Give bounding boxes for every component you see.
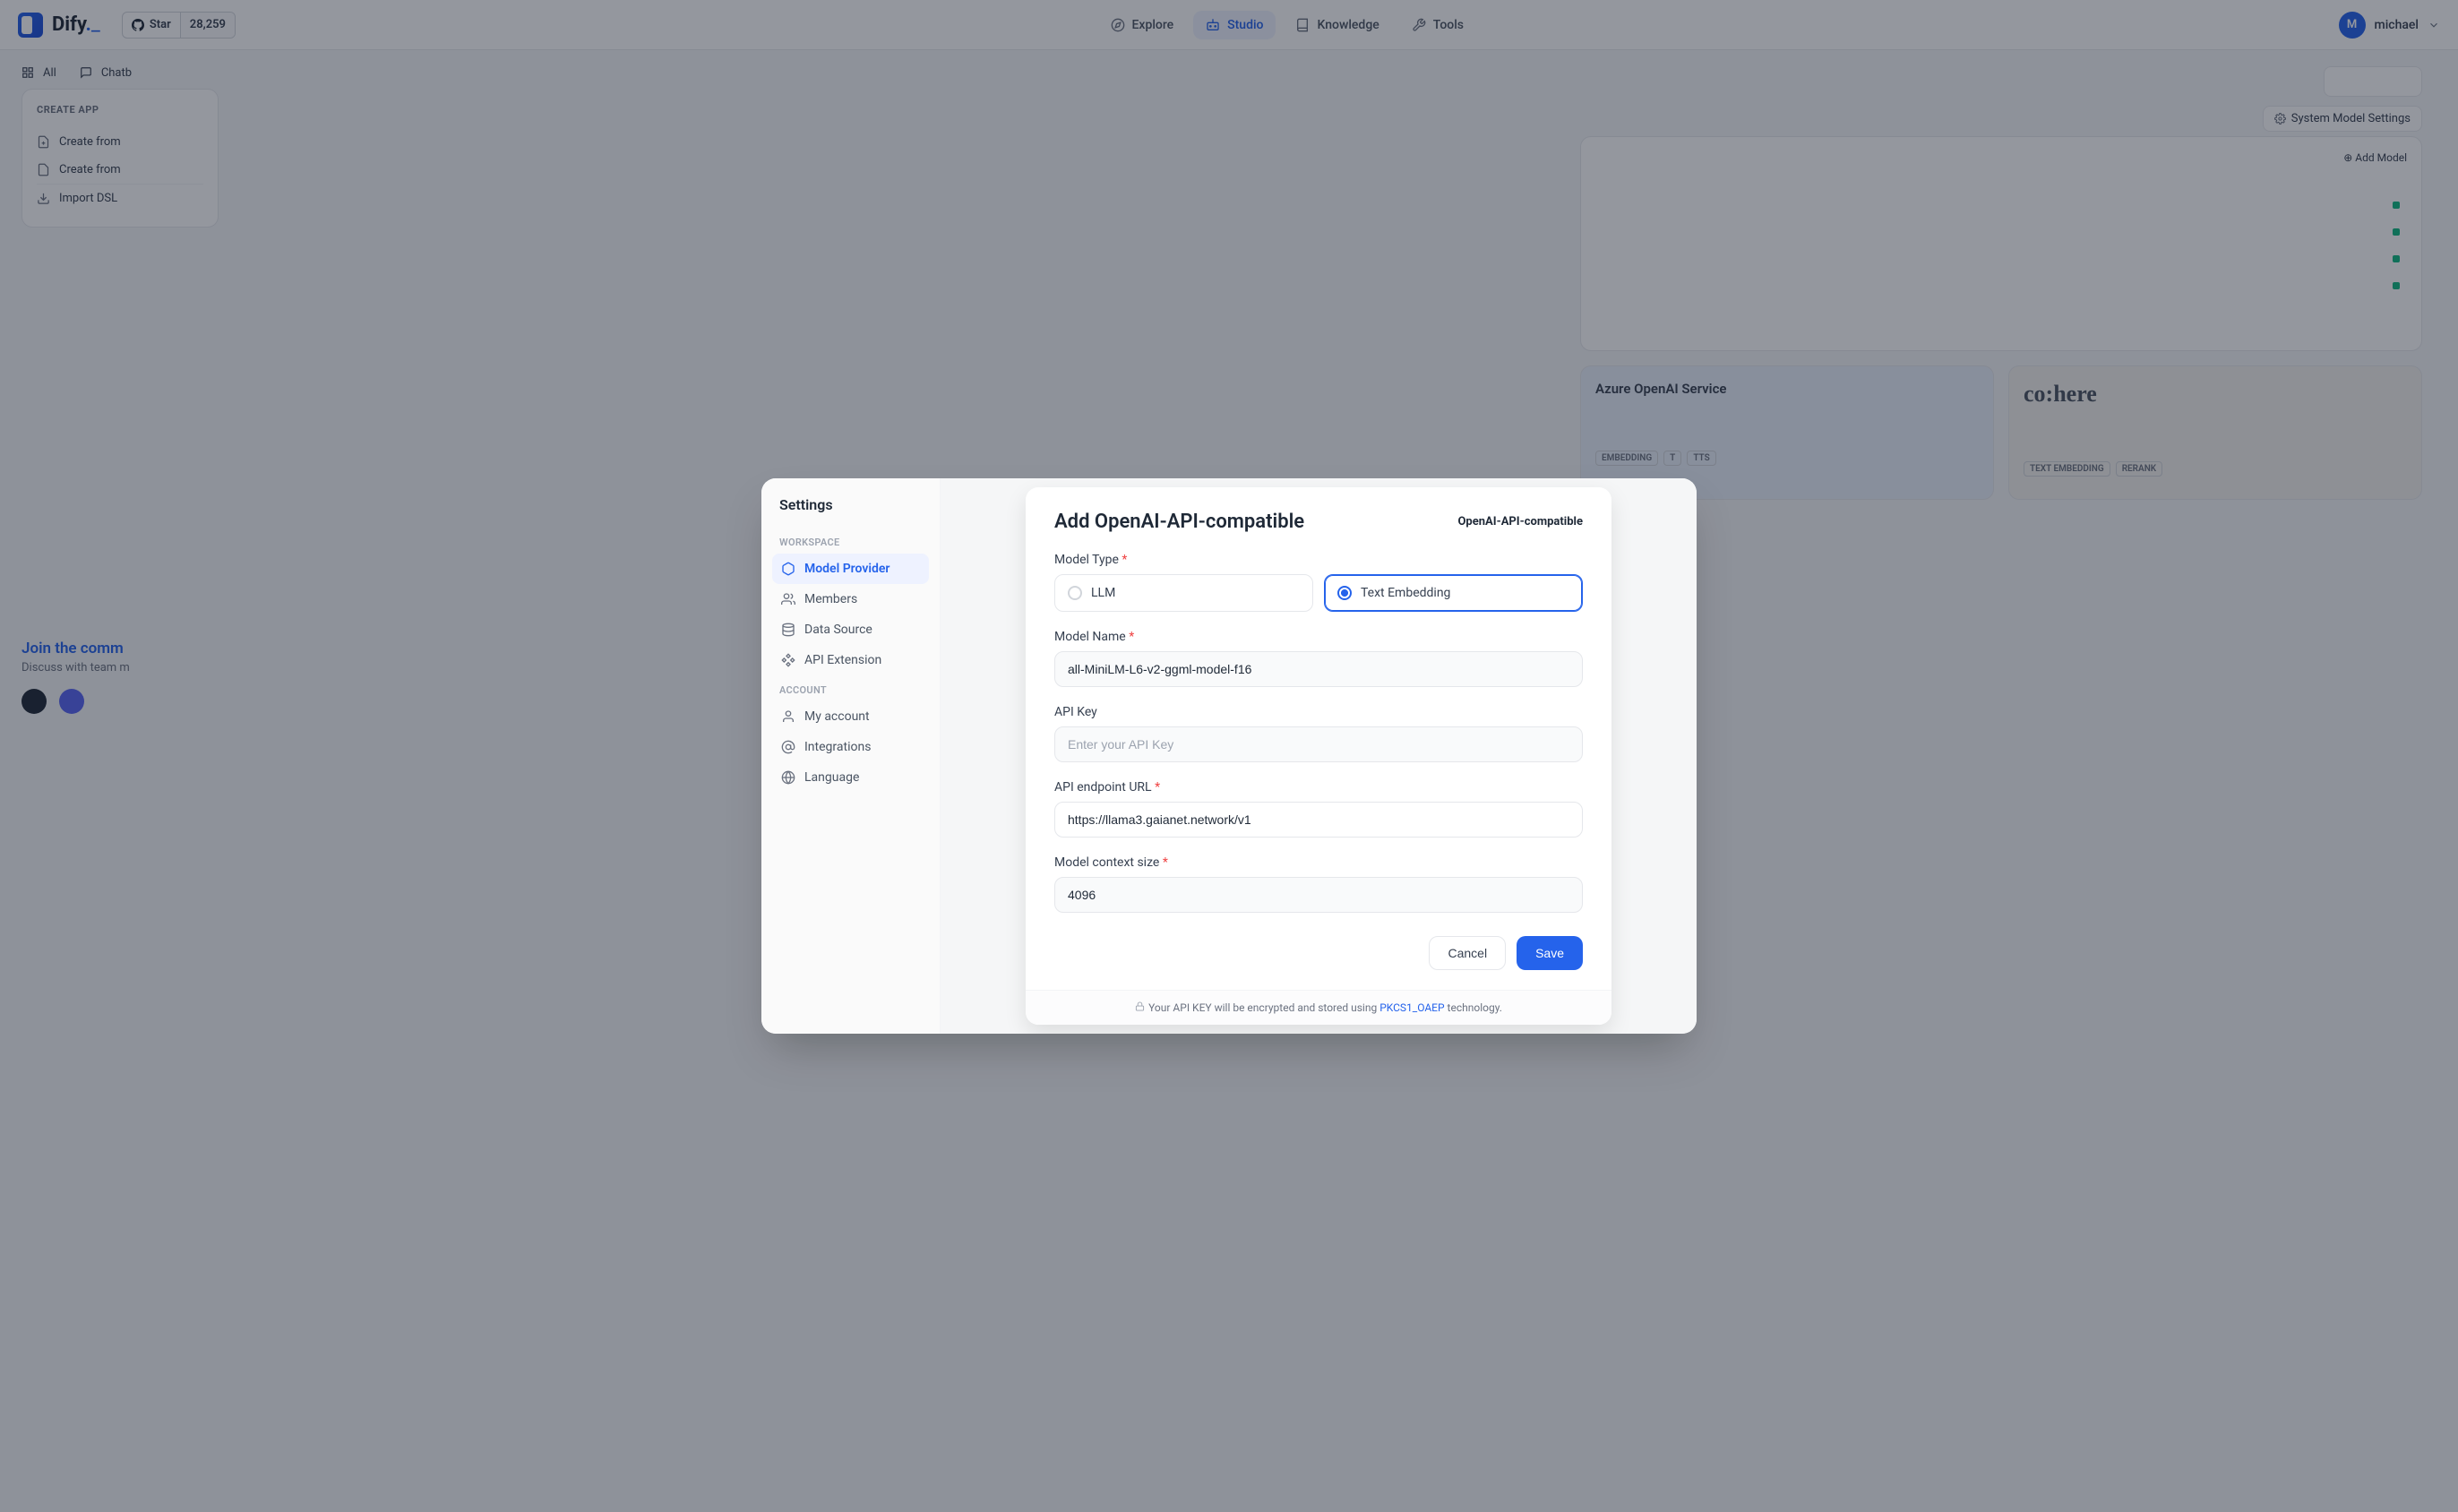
label-api-endpoint: API endpoint URL * <box>1054 780 1583 795</box>
add-model-modal: Add OpenAI-API-compatible OpenAI-API-com… <box>1026 487 1611 1026</box>
api-endpoint-input[interactable] <box>1054 802 1583 838</box>
puzzle-icon <box>781 653 795 667</box>
users-icon <box>781 592 795 606</box>
user-icon <box>781 709 795 724</box>
pkcs-link[interactable]: PKCS1_OAEP <box>1379 1001 1444 1014</box>
settings-dialog: Settings WORKSPACE Model Provider Member… <box>761 478 1697 1035</box>
radio-llm[interactable]: LLM <box>1054 574 1313 612</box>
radio-text-embedding[interactable]: Text Embedding <box>1324 574 1583 612</box>
save-button[interactable]: Save <box>1517 936 1583 970</box>
radio-ring-icon <box>1068 586 1082 600</box>
at-icon <box>781 740 795 754</box>
sidebar-item-data-source[interactable]: Data Source <box>772 614 929 645</box>
radio-ring-icon <box>1337 586 1352 600</box>
settings-title: Settings <box>772 496 929 528</box>
account-label: ACCOUNT <box>772 675 929 701</box>
cube-icon <box>781 562 795 576</box>
provider-label: OpenAI-API-compatible <box>1457 515 1583 528</box>
modal-title: Add OpenAI-API-compatible <box>1054 511 1304 533</box>
sidebar-item-model-provider[interactable]: Model Provider <box>772 554 929 584</box>
field-model-type: Model Type * LLM Text Embedding <box>1054 553 1583 612</box>
globe-icon <box>781 770 795 785</box>
field-model-name: Model Name * <box>1054 630 1583 687</box>
label-api-key: API Key <box>1054 705 1583 719</box>
inner-pane: Add OpenAI-API-compatible OpenAI-API-com… <box>941 478 1697 1035</box>
sidebar-item-integrations[interactable]: Integrations <box>772 732 929 762</box>
field-api-key: API Key <box>1054 705 1583 762</box>
context-size-input[interactable] <box>1054 877 1583 913</box>
sidebar-item-api-extension[interactable]: API Extension <box>772 645 929 675</box>
cancel-button[interactable]: Cancel <box>1429 936 1506 970</box>
settings-sidebar: Settings WORKSPACE Model Provider Member… <box>761 478 941 1035</box>
label-context-size: Model context size * <box>1054 855 1583 870</box>
workspace-label: WORKSPACE <box>772 528 929 554</box>
database-icon <box>781 623 795 637</box>
label-model-type: Model Type * <box>1054 553 1583 567</box>
sidebar-item-language[interactable]: Language <box>772 762 929 793</box>
label-model-name: Model Name * <box>1054 630 1583 644</box>
lock-icon <box>1135 1001 1145 1014</box>
field-api-endpoint: API endpoint URL * <box>1054 780 1583 838</box>
encrypt-notice: Your API KEY will be encrypted and store… <box>1026 990 1611 1026</box>
field-context-size: Model context size * <box>1054 855 1583 913</box>
sidebar-item-members[interactable]: Members <box>772 584 929 614</box>
sidebar-item-my-account[interactable]: My account <box>772 701 929 732</box>
model-name-input[interactable] <box>1054 651 1583 687</box>
modal-overlay: Settings WORKSPACE Model Provider Member… <box>0 0 2458 1512</box>
api-key-input[interactable] <box>1054 726 1583 762</box>
